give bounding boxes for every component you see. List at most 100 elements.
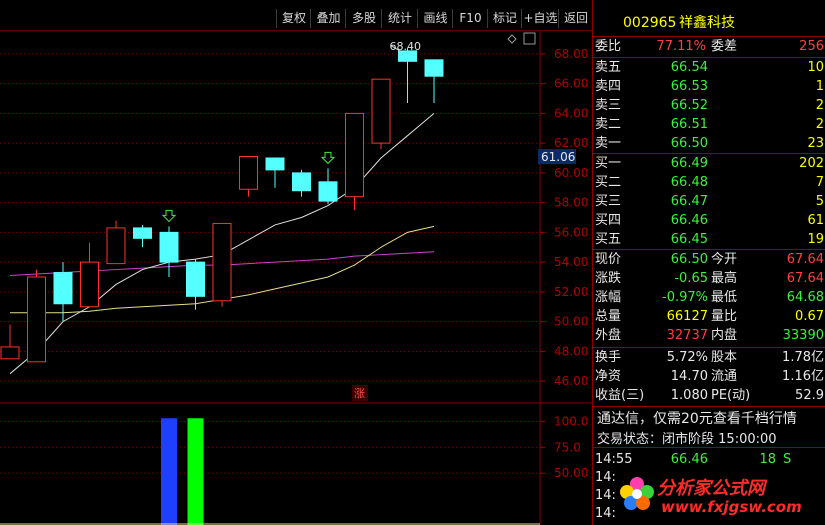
- toolbar-button-8[interactable]: 返回: [558, 9, 593, 28]
- weibi-row: 委比 77.11% 委差 256: [593, 37, 825, 56]
- fundamental-label: 股本: [711, 350, 738, 365]
- toolbar-button-2[interactable]: 多股: [345, 9, 382, 28]
- quote-value: 67.64: [786, 252, 824, 267]
- up-marker: 涨: [354, 387, 365, 400]
- quote-value: -0.65: [674, 271, 708, 286]
- weicha-label: 委差: [711, 39, 738, 54]
- buy-row: 买五 66.45 19: [593, 230, 825, 249]
- quote-label: 外盘: [595, 328, 622, 343]
- sell-row: 卖一 66.50 23: [593, 134, 825, 153]
- candle-body: [424, 59, 444, 77]
- fundamental-row: 换手 5.72% 股本 1.78亿: [593, 348, 825, 367]
- toolbar-button-0[interactable]: 复权: [276, 9, 311, 28]
- quote-label: 涨幅: [595, 290, 622, 305]
- buy-price: 66.45: [670, 232, 708, 247]
- price-tick-label: 52.00: [554, 285, 588, 299]
- buy-volume: 202: [799, 156, 824, 171]
- tick-row: 14:55 66.46 18 S: [593, 450, 825, 469]
- buy-row: 买三 66.47 5: [593, 192, 825, 211]
- fundamental-label: 流通: [711, 369, 738, 384]
- sell-level-label: 卖三: [595, 98, 622, 113]
- candle-body: [27, 276, 46, 363]
- toolbar-button-3[interactable]: 统计: [381, 9, 418, 28]
- price-tick-label: 62.00: [554, 136, 588, 150]
- weibi-value: 77.11%: [656, 39, 706, 54]
- signal-arrow-icon: [161, 209, 177, 223]
- fundamental-value: 1.78亿: [782, 350, 824, 365]
- divider: [593, 447, 825, 448]
- panel-toggle-icon: [523, 32, 536, 45]
- candle-body: [292, 172, 311, 192]
- buy-row: 买一 66.49 202: [593, 154, 825, 173]
- sell-price: 66.51: [670, 117, 708, 132]
- tick-time: 14:55: [595, 452, 633, 467]
- quote-panel: 002965 祥鑫科技 委比 77.11% 委差 256 卖五 66.54 10 卖四 66.5…: [592, 0, 825, 525]
- watermark-logo: 分析家公式网 www.fxjgsw.com: [617, 474, 825, 522]
- buy-row: 买四 66.46 61: [593, 211, 825, 230]
- price-tick-label: 66.00: [554, 77, 588, 91]
- sell-volume: 2: [815, 98, 824, 113]
- quote-value: 0.67: [795, 309, 824, 324]
- fundamental-value: 52.9: [795, 388, 824, 403]
- candle-body: [212, 222, 232, 302]
- stock-code: 002965: [623, 15, 677, 31]
- stock-name: 祥鑫科技: [679, 15, 735, 31]
- quote-row: 总量 66127 量比 0.67: [593, 307, 825, 326]
- sell-level-label: 卖四: [595, 79, 622, 94]
- sell-level-label: 卖五: [595, 60, 622, 75]
- stock-header: 002965 祥鑫科技: [593, 10, 825, 36]
- weicha-value: 256: [799, 39, 824, 54]
- quote-value: 32737: [666, 328, 708, 343]
- quote-label: 内盘: [711, 328, 738, 343]
- price-tick-label: 46.00: [554, 374, 588, 388]
- tick-time: 14:: [595, 506, 616, 521]
- candle-body: [239, 156, 258, 190]
- quote-value: 33390: [782, 328, 824, 343]
- trade-status: 交易状态：闭市阶段 15:00:00: [597, 428, 777, 447]
- price-tick-label: 64.00: [554, 106, 588, 120]
- kline-chart[interactable]: 68.00 66.00 64.00 62.00 60.00 58.00 56.00 54.00…: [0, 31, 592, 525]
- promo-link[interactable]: 通达信，仅需20元查看千档行情: [597, 408, 797, 428]
- tick-volume: 18: [759, 452, 776, 467]
- fundamental-label: 换手: [595, 350, 622, 365]
- buy-level-label: 买五: [595, 232, 622, 247]
- buy-volume: 61: [807, 213, 824, 228]
- fundamental-label: 净资: [595, 369, 622, 384]
- buy-level-label: 买二: [595, 175, 622, 190]
- trade-status-label: 交易状态：闭市阶段: [597, 432, 715, 447]
- buy-volume: 5: [815, 194, 824, 209]
- sell-price: 66.53: [670, 79, 708, 94]
- candle-body: [345, 112, 364, 198]
- candle-body: [106, 227, 126, 265]
- quote-value: 64.68: [786, 290, 824, 305]
- fundamental-value: 1.080: [670, 388, 708, 403]
- buy-level-label: 买四: [595, 213, 622, 228]
- toolbar-button-1[interactable]: 叠加: [310, 9, 346, 28]
- fundamental-value: 5.72%: [666, 350, 708, 365]
- quote-label: 涨跌: [595, 271, 622, 286]
- buy-volume: 7: [815, 175, 824, 190]
- tick-time: 14:: [595, 470, 616, 485]
- chart-toolbar: 复权 叠加 多股 统计 画线 F10 标记 +自选 返回: [0, 0, 592, 31]
- candle-body: [318, 181, 338, 202]
- toolbar-button-4[interactable]: 画线: [417, 9, 453, 28]
- price-tick-label: 54.00: [554, 255, 588, 269]
- tick-flag: S: [783, 452, 792, 467]
- fundamental-row: 收益(三) 1.080 PE(动) 52.9: [593, 386, 825, 405]
- sell-price: 66.54: [670, 60, 708, 75]
- quote-value: 67.64: [786, 271, 824, 286]
- toolbar-button-7[interactable]: +自选: [521, 9, 559, 28]
- fundamental-value: 1.16亿: [782, 369, 824, 384]
- sell-price: 66.50: [670, 136, 708, 151]
- price-tick-label: 68.00: [554, 47, 588, 61]
- current-price-marker: 61.06: [541, 150, 575, 164]
- quote-label: 总量: [595, 309, 622, 324]
- price-tick-label: 48.00: [554, 344, 588, 358]
- fundamental-row: 净资 14.70 流通 1.16亿: [593, 367, 825, 386]
- quote-label: 现价: [595, 252, 622, 267]
- toolbar-button-6[interactable]: 标记: [487, 9, 522, 28]
- quote-row: 涨幅 -0.97% 最低 64.68: [593, 288, 825, 307]
- quote-value: 66.50: [670, 252, 708, 267]
- quote-label: 最高: [711, 271, 738, 286]
- toolbar-button-5[interactable]: F10: [452, 9, 488, 28]
